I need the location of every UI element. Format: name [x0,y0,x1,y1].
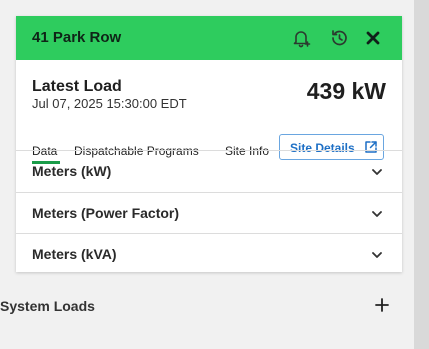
accordion-label: Meters (Power Factor) [32,205,180,221]
chevron-down-icon [371,207,383,219]
site-card: 41 Park Row Latest Load Jul 07, 2025 15:… [16,16,402,272]
system-loads-section[interactable]: System Loads [0,286,414,326]
latest-load-timestamp: Jul 07, 2025 15:30:00 EDT [32,96,187,111]
close-icon[interactable] [362,27,384,49]
plus-icon[interactable] [374,297,390,313]
bell-plus-icon[interactable] [290,27,312,49]
chevron-down-icon [371,248,383,260]
history-icon[interactable] [328,27,350,49]
latest-load-value: 439 kW [306,78,386,104]
system-loads-label: System Loads [0,298,95,314]
site-title: 41 Park Row [32,29,122,46]
chevron-down-icon [371,165,383,177]
accordion-label: Meters (kVA) [32,246,117,262]
latest-load-title: Latest Load [32,78,122,95]
accordion-meters-kw[interactable]: Meters (kW) [16,151,402,191]
accordion-meters-kva[interactable]: Meters (kVA) [16,234,402,274]
accordion-label: Meters (kW) [32,163,112,179]
accordion-meters-power-factor[interactable]: Meters (Power Factor) [16,193,402,233]
site-header: 41 Park Row [16,16,402,60]
panel-gutter [414,0,429,349]
